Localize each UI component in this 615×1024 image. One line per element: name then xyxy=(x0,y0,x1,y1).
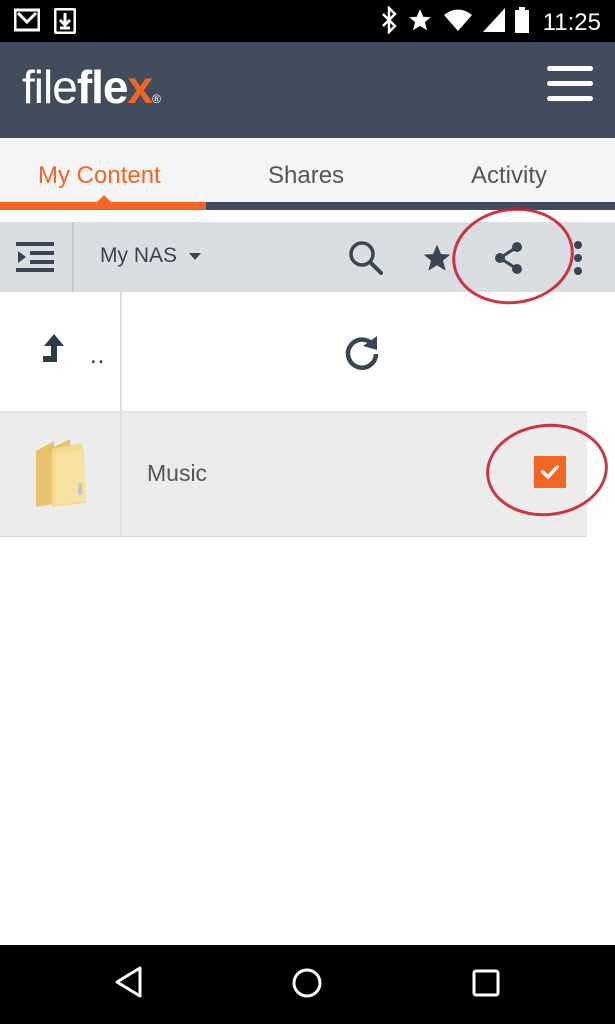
recents-icon[interactable] xyxy=(472,969,500,1002)
hamburger-menu-icon[interactable] xyxy=(547,66,593,112)
level-up-icon xyxy=(40,334,64,369)
status-bar: 11:25 xyxy=(0,0,615,42)
parent-directory-label: .. xyxy=(90,342,106,369)
wifi-icon xyxy=(443,8,473,37)
location-dropdown[interactable]: My NAS xyxy=(100,244,202,268)
toolbar-divider xyxy=(72,222,74,292)
logo-registered-mark: ® xyxy=(152,92,161,106)
logo-text-fle: fle xyxy=(76,61,129,113)
back-icon[interactable] xyxy=(114,965,144,1004)
bluetooth-icon xyxy=(381,4,397,39)
folder-icon xyxy=(34,439,88,514)
parent-directory-row[interactable]: .. xyxy=(0,292,587,413)
logo-text-x: x xyxy=(127,61,154,113)
favorite-star-icon[interactable] xyxy=(420,242,454,279)
column-divider xyxy=(120,413,122,536)
logo-text-file: file xyxy=(22,61,78,113)
star-icon xyxy=(407,7,433,38)
system-nav-bar xyxy=(0,945,615,1024)
status-time: 11:25 xyxy=(542,8,601,36)
gmail-icon xyxy=(13,8,41,39)
tab-shares[interactable]: Shares xyxy=(268,162,344,190)
file-name: Music xyxy=(147,460,208,486)
tab-bar: My Content Shares Activity xyxy=(0,138,615,210)
fileflex-logo: fileflex® xyxy=(22,60,161,114)
app-header: fileflex® xyxy=(0,42,615,138)
tab-active-indicator xyxy=(0,202,206,210)
tab-activity[interactable]: Activity xyxy=(471,162,547,190)
battery-icon xyxy=(514,7,529,38)
chevron-down-icon xyxy=(189,252,202,260)
location-label: My NAS xyxy=(100,244,178,267)
search-icon[interactable] xyxy=(348,240,384,281)
refresh-icon[interactable] xyxy=(344,334,380,375)
home-icon[interactable] xyxy=(291,967,323,1004)
download-icon xyxy=(53,7,77,39)
sidebar-toggle-icon[interactable] xyxy=(16,240,54,279)
tab-my-content[interactable]: My Content xyxy=(38,162,161,190)
column-divider xyxy=(120,292,122,411)
tab-active-notch xyxy=(97,195,111,202)
signal-icon xyxy=(482,8,505,37)
